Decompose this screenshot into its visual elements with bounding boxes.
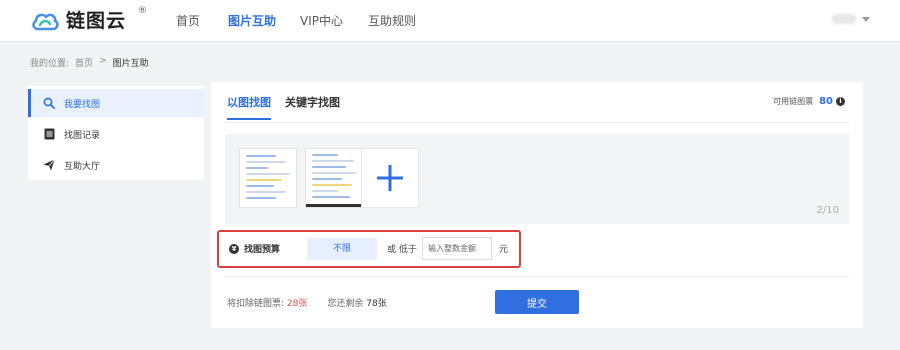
remain-label: 您还剩余 [327, 299, 364, 309]
sidebar-item-label: 我要找图 [64, 99, 101, 110]
paper-plane-icon [42, 158, 56, 172]
nav-home[interactable]: 首页 [176, 0, 200, 42]
tab-divider [225, 122, 849, 123]
top-navbar: 链图云 ® 首页 图片互助 VIP中心 互助规则 [0, 0, 900, 42]
breadcrumb-prefix: 我的位置: [30, 59, 70, 69]
ticket-summary: 将扣除链图票: 28张 您还剩余 78张 [227, 296, 387, 309]
image-count: 2/10 [816, 205, 839, 216]
add-image-button[interactable] [361, 148, 419, 208]
available-tickets-label: 可用链图票 [773, 97, 814, 106]
logo[interactable]: 链图云 ® [30, 6, 147, 34]
nav-image-help[interactable]: 图片互助 [228, 0, 276, 42]
plus-icon [377, 165, 403, 191]
info-icon[interactable]: i [836, 97, 845, 106]
amount-input[interactable] [422, 237, 492, 260]
chevron-down-icon [862, 16, 870, 22]
main-panel: 以图找图 关键字找图 可用链图票 80 i 2/10 ¥ 找图预算 不限 或 低… [211, 82, 863, 328]
available-tickets: 可用链图票 80 i [773, 96, 845, 107]
brand-name: 链图云 [66, 10, 127, 32]
search-icon [42, 96, 56, 110]
sidebar-item-find-records[interactable]: 找图记录 [28, 120, 204, 148]
unlimited-button[interactable]: 不限 [307, 238, 377, 260]
yen-icon: ¥ [229, 243, 239, 254]
available-tickets-value: 80 [819, 96, 833, 107]
tab-keyword-search[interactable]: 关键字找图 [285, 94, 340, 120]
upload-area: 2/10 [225, 134, 849, 224]
registered-mark: ® [138, 6, 147, 16]
user-menu[interactable] [832, 14, 870, 24]
nav-help-rules[interactable]: 互助规则 [368, 0, 416, 42]
or-lower-label: 或 低于 [387, 245, 417, 255]
budget-label: ¥ 找图预算 [229, 242, 280, 255]
deduct-label: 将扣除链图票: [227, 299, 285, 309]
currency-unit: 元 [499, 245, 509, 255]
deduct-info: 将扣除链图票: 28张 [227, 296, 307, 309]
submit-button[interactable]: 提交 [495, 290, 579, 314]
sidebar-item-label: 找图记录 [64, 130, 101, 141]
nav-vip-center[interactable]: VIP中心 [300, 0, 343, 42]
divider [225, 276, 849, 277]
sidebar: 我要找图 找图记录 互助大厅 [28, 86, 204, 180]
budget-label-text: 找图预算 [244, 245, 281, 255]
avatar [832, 14, 856, 24]
remain-value: 78张 [366, 299, 387, 309]
tab-bar: 以图找图 关键字找图 [227, 94, 340, 120]
deduct-value: 28张 [286, 299, 308, 309]
remain-info: 您还剩余 78张 [327, 296, 386, 309]
breadcrumb: 我的位置: 首页 > 图片互助 [30, 56, 149, 69]
sidebar-item-label: 互助大厅 [64, 161, 101, 172]
cloud-logo-icon [32, 13, 59, 31]
sidebar-item-help-hall[interactable]: 互助大厅 [28, 151, 204, 179]
list-icon [42, 127, 56, 141]
uploaded-thumbnail[interactable] [239, 148, 297, 208]
sidebar-item-find-image[interactable]: 我要找图 [28, 89, 204, 117]
breadcrumb-home[interactable]: 首页 [75, 56, 93, 69]
tab-image-search[interactable]: 以图找图 [227, 94, 271, 120]
breadcrumb-current: 图片互助 [112, 59, 149, 69]
uploaded-thumbnail[interactable] [305, 148, 363, 208]
breadcrumb-separator: > [99, 56, 107, 66]
budget-section: ¥ 找图预算 不限 或 低于 元 [217, 230, 521, 268]
